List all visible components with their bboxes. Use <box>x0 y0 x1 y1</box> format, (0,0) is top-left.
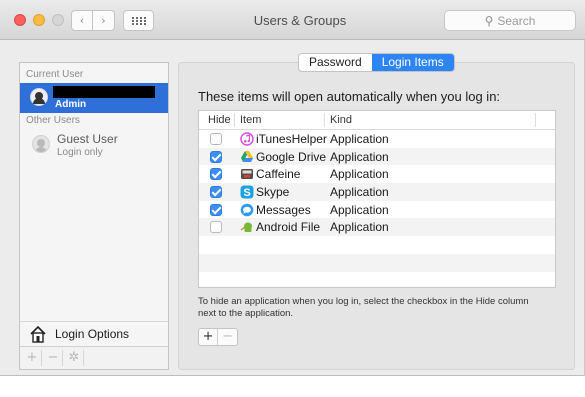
add-user-button[interactable]: + <box>24 350 40 366</box>
item-kind: Application <box>330 167 389 182</box>
sidebar-item-admin-user[interactable]: Admin <box>20 83 168 113</box>
item-kind: Application <box>330 185 389 200</box>
table-row[interactable]: Google Drive Application <box>199 147 555 166</box>
column-header-kind[interactable]: Kind <box>330 114 352 126</box>
remove-login-item-button[interactable]: − <box>218 329 237 345</box>
gear-icon[interactable]: ✲ <box>66 350 82 366</box>
tab-control: Password Login Items <box>298 53 455 72</box>
search-icon: ⚲ <box>484 13 494 28</box>
current-user-header: Current User <box>26 69 84 80</box>
skype-icon: S <box>240 185 254 199</box>
admin-role-label: Admin <box>55 99 87 110</box>
item-name: Android File <box>256 220 321 235</box>
hide-checkbox[interactable] <box>210 186 222 199</box>
column-divider <box>234 113 235 127</box>
item-name: Messages <box>256 202 311 217</box>
table-row-empty <box>199 272 555 290</box>
item-kind: Application <box>330 149 389 164</box>
item-name: Skype <box>256 185 290 200</box>
table-row[interactable]: Caffeine Application <box>199 165 555 183</box>
column-header-item[interactable]: Item <box>240 114 261 126</box>
table-row[interactable]: S Skype Application <box>199 183 555 201</box>
table-row[interactable]: iTunesHelper Application <box>199 130 555 148</box>
hide-checkbox[interactable] <box>210 221 222 234</box>
itunes-icon <box>240 132 254 146</box>
users-sidebar: Current User Admin Other Users Guest Use… <box>19 62 169 370</box>
messages-icon <box>240 203 254 217</box>
search-placeholder: Search <box>497 13 536 28</box>
google-drive-icon <box>241 150 253 162</box>
item-kind: Application <box>330 220 389 235</box>
table-row-empty <box>199 236 555 254</box>
login-items-table: Hide Item Kind iTunesHelper Application <box>198 110 556 288</box>
add-remove-control: + − <box>198 328 238 346</box>
tab-login-items[interactable]: Login Items <box>371 54 454 71</box>
guest-avatar-icon <box>32 135 50 153</box>
user-avatar-icon <box>30 88 48 106</box>
toolbar-divider <box>83 350 84 366</box>
login-options-label: Login Options <box>55 326 130 341</box>
item-name: iTunesHelper <box>256 132 327 146</box>
column-divider <box>535 113 536 127</box>
tab-password[interactable]: Password <box>299 54 372 71</box>
column-header-hide[interactable]: Hide <box>208 114 231 126</box>
redacted-username <box>53 86 155 98</box>
table-row[interactable]: Android File Application <box>199 218 555 237</box>
other-users-header: Other Users <box>26 115 80 126</box>
login-items-prompt: These items will open automatically when… <box>198 89 501 104</box>
sidebar-toolbar: + − ✲ <box>20 346 168 369</box>
guest-user-name: Guest User <box>57 132 118 146</box>
remove-user-button[interactable]: − <box>45 350 61 366</box>
hide-checkbox[interactable] <box>210 168 222 181</box>
table-row-empty <box>199 253 555 272</box>
search-field[interactable]: ⚲ Search <box>444 10 576 31</box>
house-icon <box>30 325 46 343</box>
toolbar-divider <box>41 350 42 366</box>
guest-user-subtitle: Login only <box>57 147 103 158</box>
toolbar-divider <box>62 350 63 366</box>
hide-checkbox[interactable] <box>210 150 222 163</box>
column-divider <box>324 113 325 127</box>
sidebar-item-guest-user[interactable]: Guest User Login only <box>20 129 168 163</box>
add-login-item-button[interactable]: + <box>199 329 219 345</box>
help-text: To hide an application when you log in, … <box>198 296 529 319</box>
hide-checkbox[interactable] <box>210 203 222 216</box>
item-name: Google Drive <box>256 149 327 164</box>
item-kind: Application <box>330 132 389 146</box>
hide-checkbox[interactable] <box>210 133 222 145</box>
titlebar: ‹ › Users & Groups ⚲ Search <box>0 0 585 40</box>
login-options-item[interactable]: Login Options <box>20 321 168 345</box>
table-header: Hide Item Kind <box>199 111 555 130</box>
table-row[interactable]: Messages Application <box>199 201 555 219</box>
item-name: Caffeine <box>256 167 301 182</box>
android-file-icon <box>240 222 252 233</box>
svg-text:S: S <box>243 187 250 199</box>
users-groups-window: ‹ › Users & Groups ⚲ Search Current User… <box>0 0 585 376</box>
caffeine-icon <box>241 169 253 180</box>
item-kind: Application <box>330 202 389 217</box>
